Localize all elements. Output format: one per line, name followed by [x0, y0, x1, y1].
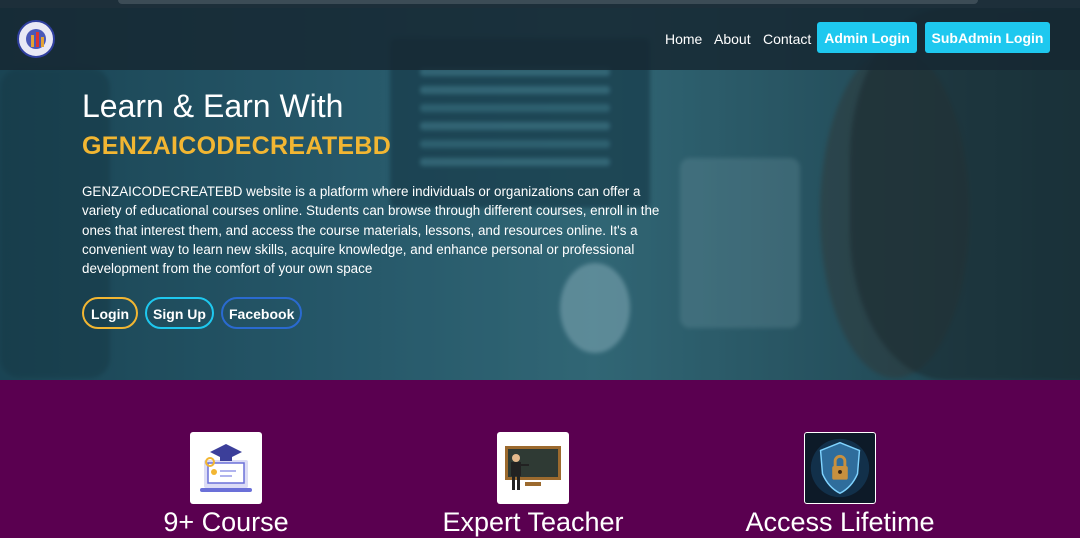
feature-title: Expert Teacher: [442, 507, 624, 537]
shield-lock-icon: [804, 432, 876, 504]
nav-home-link[interactable]: Home: [665, 30, 702, 48]
nav-about-link[interactable]: About: [714, 30, 751, 48]
logo-bar: [36, 32, 39, 47]
logo-bar: [41, 37, 44, 47]
subadmin-login-button[interactable]: SubAdmin Login: [925, 22, 1050, 53]
hero-description: GENZAICODECREATEBD website is a platform…: [82, 184, 660, 277]
navbar: Home About Contact Admin Login SubAdmin …: [0, 8, 1080, 70]
hero-heading: Learn & Earn With: [82, 88, 344, 124]
teacher-blackboard-icon: [497, 432, 569, 504]
feature-title: Access Lifetime: [745, 507, 935, 537]
admin-login-button[interactable]: Admin Login: [817, 22, 917, 53]
online-course-icon: [190, 432, 262, 504]
signup-button[interactable]: Sign Up: [145, 297, 214, 329]
browser-top-bar: [118, 0, 978, 4]
features-section: 9+ Course Expert Teacher Access Lifetime: [0, 380, 1080, 537]
login-button[interactable]: Login: [82, 297, 138, 329]
hero-brand-name: GENZAICODECREATEBD: [82, 132, 392, 160]
site-logo[interactable]: [17, 20, 55, 58]
feature-title: 9+ Course: [163, 507, 289, 537]
facebook-button[interactable]: Facebook: [221, 297, 302, 329]
nav-contact-link[interactable]: Contact: [763, 30, 811, 48]
browser-top-strip: [0, 0, 1080, 8]
logo-bar: [31, 35, 34, 47]
